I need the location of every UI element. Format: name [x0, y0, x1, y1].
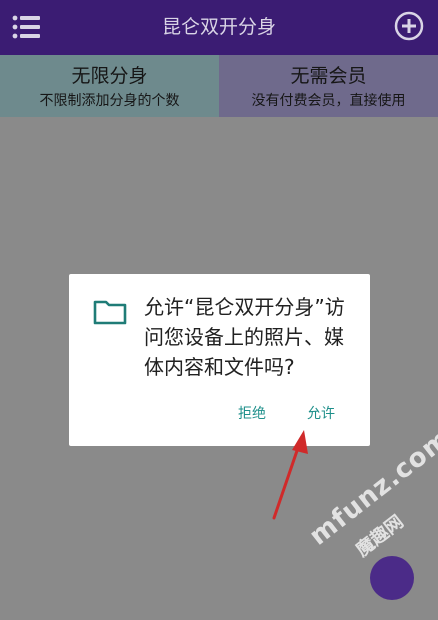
- banner-subtitle: 不限制添加分身的个数: [39, 93, 180, 109]
- permission-dialog: 允许“昆仑双开分身”访问您设备上的照片、媒体内容和文件吗? 拒绝 允许: [69, 274, 370, 446]
- allow-button[interactable]: 允许: [307, 403, 335, 423]
- floating-action-button[interactable]: [370, 556, 414, 600]
- pointer-arrow-annotation: [272, 430, 308, 520]
- banner-title: 无需会员: [290, 65, 367, 87]
- feature-banner-unlimited[interactable]: 无限分身 不限制添加分身的个数: [0, 55, 219, 117]
- dialog-message: 允许“昆仑双开分身”访问您设备上的照片、媒体内容和文件吗?: [144, 295, 345, 379]
- top-app-bar: 昆仑双开分身: [0, 0, 438, 55]
- app-title: 昆仑双开分身: [161, 16, 276, 38]
- feature-banner-no-membership[interactable]: 无需会员 没有付费会员，直接使用: [219, 55, 438, 117]
- banner-title: 无限分身: [71, 65, 148, 87]
- deny-button[interactable]: 拒绝: [238, 403, 266, 423]
- banner-subtitle: 没有付费会员，直接使用: [251, 93, 406, 109]
- folder-icon: [93, 300, 127, 325]
- add-circle-icon[interactable]: [394, 11, 424, 41]
